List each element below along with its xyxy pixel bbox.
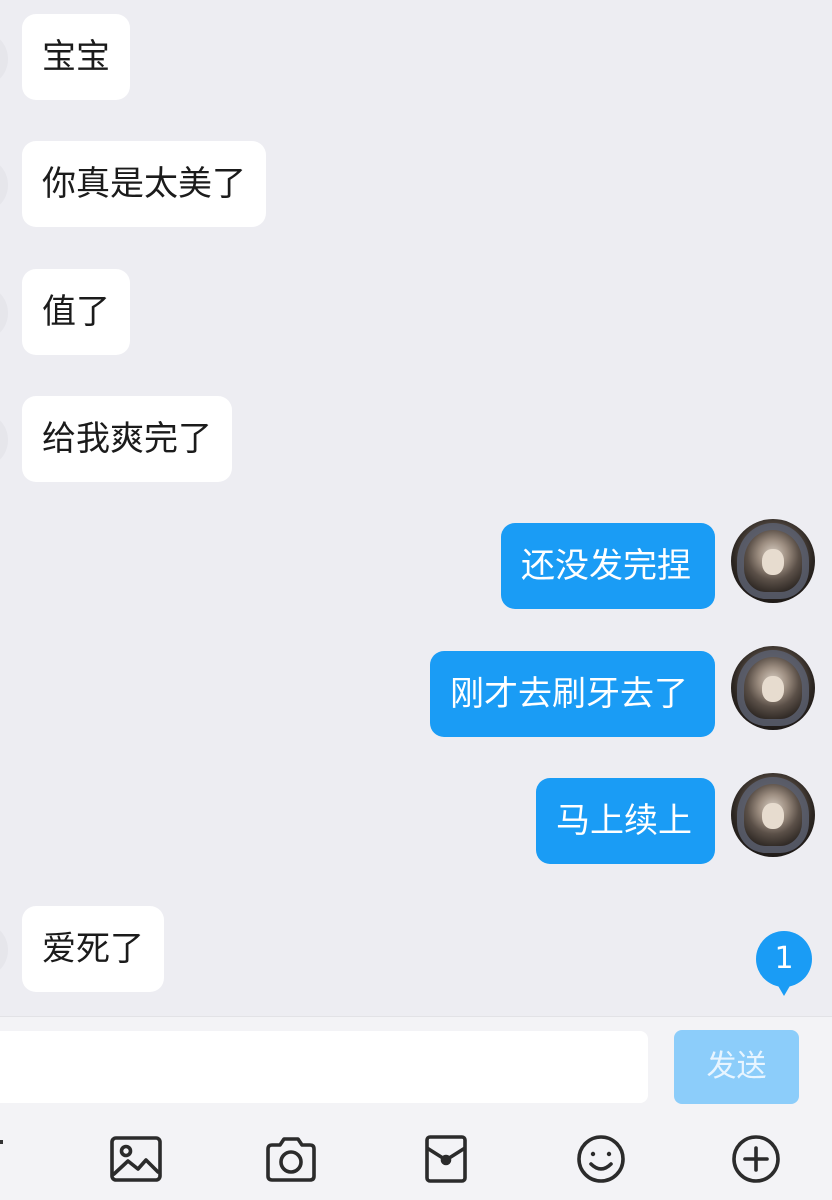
edge-mark: [0, 1140, 3, 1144]
plus-circle-icon[interactable]: [729, 1134, 783, 1184]
outgoing-message[interactable]: 刚才去刷牙去了: [430, 651, 715, 737]
contact-avatar[interactable]: [0, 412, 8, 468]
user-avatar[interactable]: [731, 646, 815, 730]
message-input[interactable]: [0, 1031, 648, 1103]
send-button[interactable]: 发送: [674, 1030, 799, 1104]
composer-toolbar: [0, 1118, 832, 1200]
red-packet-icon[interactable]: [419, 1134, 473, 1184]
contact-avatar[interactable]: [0, 157, 8, 213]
outgoing-message[interactable]: 马上续上: [536, 778, 715, 864]
avatar-face-shape: [762, 803, 784, 829]
avatar-face-shape: [762, 549, 784, 575]
incoming-message[interactable]: 你真是太美了: [22, 141, 266, 227]
emoji-icon[interactable]: [574, 1134, 628, 1184]
image-icon[interactable]: [109, 1134, 163, 1184]
contact-avatar[interactable]: [0, 31, 8, 87]
composer-bar: 发送: [0, 1016, 832, 1119]
incoming-message[interactable]: 值了: [22, 269, 130, 355]
contact-avatar[interactable]: [0, 922, 8, 978]
incoming-message[interactable]: 宝宝: [22, 14, 130, 100]
unread-count-badge[interactable]: 1: [756, 931, 812, 996]
user-avatar[interactable]: [731, 519, 815, 603]
incoming-message[interactable]: 爱死了: [22, 906, 164, 992]
user-avatar[interactable]: [731, 773, 815, 857]
chat-screen: 宝宝 你真是太美了 值了 给我爽完了 还没发完捏 刚才去刷牙去了 马上续上 爱死…: [0, 0, 832, 1200]
incoming-message[interactable]: 给我爽完了: [22, 396, 232, 482]
avatar-face-shape: [762, 676, 784, 702]
outgoing-message[interactable]: 还没发完捏: [501, 523, 715, 609]
contact-avatar[interactable]: [0, 285, 8, 341]
camera-icon[interactable]: [264, 1134, 318, 1184]
message-list[interactable]: 宝宝 你真是太美了 值了 给我爽完了 还没发完捏 刚才去刷牙去了 马上续上 爱死…: [0, 0, 832, 1016]
